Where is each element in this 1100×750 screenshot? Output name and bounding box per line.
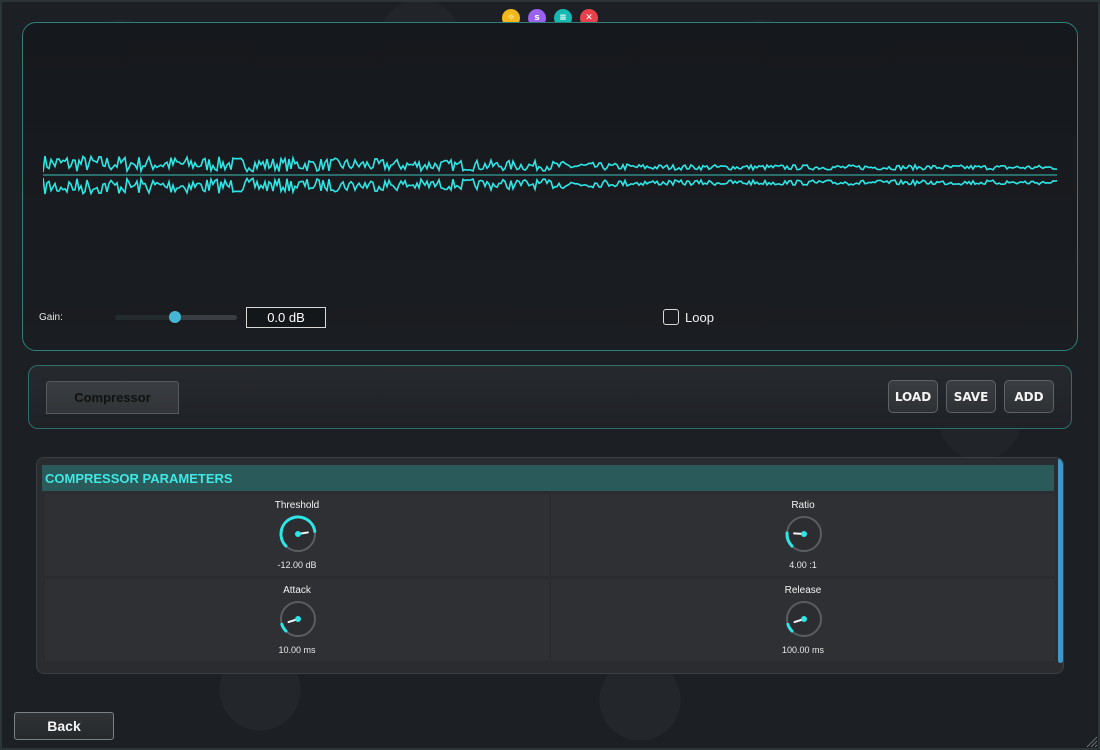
- knob-center-dot: [801, 616, 807, 622]
- loop-checkbox[interactable]: [663, 309, 679, 325]
- param-label: Attack: [283, 585, 311, 596]
- gain-slider[interactable]: [115, 309, 237, 325]
- back-button[interactable]: Back: [14, 712, 114, 740]
- param-threshold: Threshold -12.00 dB: [45, 494, 549, 576]
- param-value: -12.00 dB: [277, 560, 317, 570]
- gain-label: Gain:: [39, 312, 63, 323]
- param-attack: Attack 10.00 ms: [45, 579, 549, 661]
- knob-center-dot: [801, 531, 807, 537]
- param-ratio: Ratio 4.00 :1: [551, 494, 1055, 576]
- save-button[interactable]: SAVE: [946, 380, 996, 413]
- loop-label[interactable]: Loop: [685, 310, 714, 325]
- threshold-knob[interactable]: [278, 514, 318, 554]
- param-value: 4.00 :1: [789, 560, 817, 570]
- waveform-bottom-channel: [43, 175, 1057, 196]
- load-button[interactable]: LOAD: [888, 380, 938, 413]
- attack-knob[interactable]: [278, 599, 318, 639]
- ratio-knob[interactable]: [784, 514, 824, 554]
- param-label: Threshold: [274, 500, 320, 511]
- gain-slider-track: [175, 315, 237, 320]
- param-value: 100.00 ms: [781, 645, 825, 655]
- param-release: Release 100.00 ms: [551, 579, 1055, 661]
- param-label: Release: [784, 585, 822, 596]
- release-knob[interactable]: [784, 599, 824, 639]
- waveform-panel: Gain: 0.0 dB Loop: [22, 22, 1078, 351]
- resize-grip-icon[interactable]: [1084, 734, 1098, 748]
- gain-value-field[interactable]: 0.0 dB: [246, 307, 326, 328]
- gain-slider-thumb[interactable]: [169, 311, 181, 323]
- knob-center-dot: [295, 531, 301, 537]
- tab-compressor[interactable]: Compressor: [46, 381, 179, 414]
- knob-center-dot: [295, 616, 301, 622]
- waveform-display[interactable]: [43, 118, 1057, 238]
- param-value: 10.00 ms: [278, 645, 316, 655]
- effects-bar: Compressor LOAD SAVE ADD: [28, 365, 1072, 429]
- parameters-header: COMPRESSOR PARAMETERS: [42, 465, 1054, 491]
- waveform-top-channel: [43, 154, 1057, 175]
- parameters-scrollbar[interactable]: [1058, 458, 1063, 663]
- gain-slider-track-filled: [115, 315, 175, 320]
- param-label: Ratio: [791, 500, 815, 511]
- add-button[interactable]: ADD: [1004, 380, 1054, 413]
- compressor-parameters-panel: COMPRESSOR PARAMETERS Threshold -12.00 d…: [36, 457, 1064, 674]
